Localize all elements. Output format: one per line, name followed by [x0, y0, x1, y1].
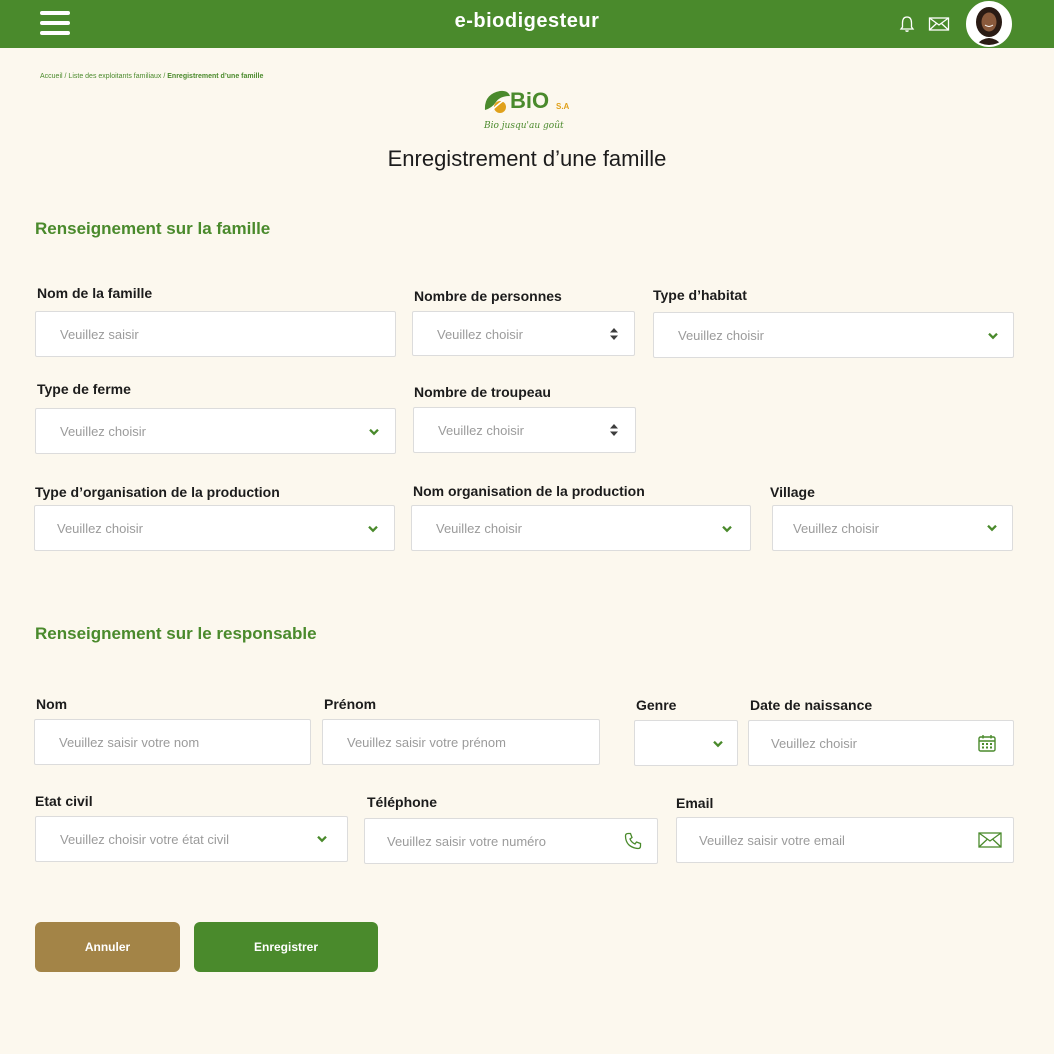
chevron-down-icon[interactable] [365, 521, 381, 537]
prenom-field[interactable] [322, 719, 600, 765]
label-email: Email [676, 795, 714, 811]
submit-button[interactable]: Enregistrer [194, 922, 378, 972]
type-organisation-placeholder: Veuillez choisir [57, 521, 143, 536]
chevron-down-icon[interactable] [366, 424, 382, 440]
mail-icon[interactable] [928, 14, 950, 34]
cancel-button[interactable]: Annuler [35, 922, 180, 972]
label-genre: Genre [636, 697, 677, 713]
logo-suffix: S.A [556, 102, 570, 111]
village-select[interactable]: Veuillez choisir [772, 505, 1013, 551]
mail-icon [978, 832, 1002, 848]
label-date-naissance: Date de naissance [750, 697, 873, 713]
logo-tagline: Bio jusqu'au goût [484, 121, 564, 131]
chevron-down-icon[interactable] [985, 328, 1001, 344]
chevron-down-icon[interactable] [719, 521, 735, 537]
type-habitat-select[interactable]: Veuillez choisir [653, 312, 1014, 358]
user-avatar[interactable] [966, 1, 1012, 47]
label-nom: Nom [36, 696, 68, 712]
type-ferme-select[interactable]: Veuillez choisir [35, 408, 396, 454]
prenom-input[interactable] [323, 720, 599, 764]
nom-famille-field[interactable] [35, 311, 396, 357]
section-title-responsable: Renseignement sur le responsable [35, 624, 317, 643]
nom-field[interactable] [34, 719, 311, 765]
breadcrumb-item-current: Enregistrement d’une famille [167, 73, 264, 80]
chevron-down-icon[interactable] [710, 736, 726, 752]
hamburger-icon[interactable] [40, 11, 70, 35]
label-type-ferme: Type de ferme [37, 381, 131, 397]
breadcrumb-item-liste[interactable]: Liste des exploitants familiaux [68, 73, 161, 80]
nom-organisation-select[interactable]: Veuillez choisir [411, 505, 751, 551]
logo-brand: BiO [510, 88, 550, 113]
company-logo: BiO S.A Bio jusqu'au goût [480, 86, 580, 136]
breadcrumb-item-accueil[interactable]: Accueil [40, 73, 63, 80]
nom-input[interactable] [35, 720, 310, 764]
bell-icon[interactable] [896, 14, 918, 34]
calendar-icon[interactable] [977, 733, 997, 753]
section-title-famille: Renseignement sur la famille [35, 219, 271, 238]
label-village: Village [770, 484, 815, 500]
nom-famille-input[interactable] [36, 312, 395, 356]
type-ferme-placeholder: Veuillez choisir [60, 424, 146, 439]
nom-organisation-placeholder: Veuillez choisir [436, 521, 522, 536]
chevron-down-icon[interactable] [314, 831, 330, 847]
sort-arrows-icon[interactable] [606, 326, 622, 342]
telephone-field[interactable]: Veuillez saisir votre numéro [364, 818, 658, 864]
type-habitat-placeholder: Veuillez choisir [678, 328, 764, 343]
label-type-organisation: Type d’organisation de la production [35, 484, 280, 500]
chevron-down-icon[interactable] [984, 520, 1000, 536]
label-nom-organisation: Nom organisation de la production [413, 483, 645, 499]
page-title: Enregistrement d’une famille [387, 146, 667, 171]
telephone-placeholder: Veuillez saisir votre numéro [387, 834, 546, 849]
village-placeholder: Veuillez choisir [793, 521, 879, 536]
date-naissance-placeholder: Veuillez choisir [771, 736, 857, 751]
label-nombre-personnes: Nombre de personnes [414, 288, 562, 304]
label-telephone: Téléphone [367, 794, 438, 810]
nombre-personnes-stepper[interactable]: Veuillez choisir [412, 311, 635, 356]
phone-icon [624, 832, 642, 850]
leaf-logo-icon [484, 90, 510, 113]
nombre-troupeau-stepper[interactable]: Veuillez choisir [413, 407, 636, 453]
type-organisation-select[interactable]: Veuillez choisir [34, 505, 395, 551]
sort-arrows-icon[interactable] [606, 422, 622, 438]
etat-civil-select[interactable]: Veuillez choisir votre état civil [35, 816, 348, 862]
label-prenom: Prénom [324, 696, 377, 712]
label-etat-civil: Etat civil [35, 793, 93, 809]
email-placeholder: Veuillez saisir votre email [699, 833, 845, 848]
etat-civil-placeholder: Veuillez choisir votre état civil [60, 832, 230, 847]
genre-select[interactable] [634, 720, 738, 766]
date-naissance-picker[interactable]: Veuillez choisir [748, 720, 1014, 766]
label-nombre-troupeau: Nombre de troupeau [414, 384, 551, 400]
nombre-personnes-placeholder: Veuillez choisir [437, 327, 523, 342]
nombre-troupeau-placeholder: Veuillez choisir [438, 423, 524, 438]
breadcrumb: Accueil / Liste des exploitants familiau… [40, 73, 263, 80]
label-nom-famille: Nom de la famille [37, 285, 153, 301]
top-bar: e-biodigesteur [0, 0, 1054, 48]
email-field[interactable]: Veuillez saisir votre email [676, 817, 1014, 863]
label-type-habitat: Type d’habitat [653, 287, 747, 303]
